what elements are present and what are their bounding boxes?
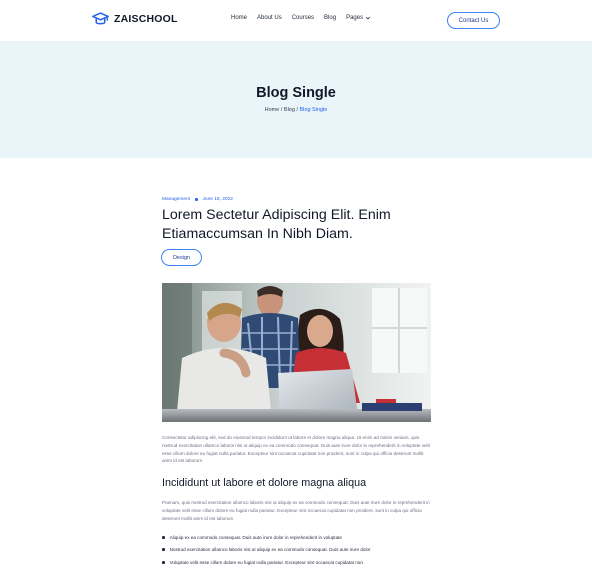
breadcrumb: Home / Blog / Blog Single <box>0 107 592 113</box>
list-item-text: Aliquip ex ea commodo consequat. Duis au… <box>169 534 342 540</box>
article-featured-image <box>162 283 431 422</box>
nav-blog[interactable]: Blog <box>324 15 336 21</box>
brand-name: ZAISCHOOL <box>114 13 178 25</box>
article-title: Lorem Sectetur Adipiscing Elit. Enim Eti… <box>162 207 391 242</box>
bullet-dot-icon <box>162 535 165 539</box>
nav-home[interactable]: Home <box>231 15 247 21</box>
page-title: Blog Single <box>256 85 336 101</box>
bullet-dot-icon <box>162 560 165 564</box>
breadcrumb-home[interactable]: Home <box>265 107 280 113</box>
list-item: Nostrud exercitation ullamco laboris nis… <box>162 544 430 557</box>
list-item: Aliquip ex ea commodo consequat. Duis au… <box>162 531 430 544</box>
article-paragraph: Poenam, quis nostrud exercitation ullamc… <box>162 500 430 521</box>
bullet-dot-icon <box>162 548 165 552</box>
article-paragraph: Consectetur adipiscing elit, sed do eius… <box>162 435 430 464</box>
list-item-text: Voluptate velit esse cillum dolore eu fu… <box>169 559 363 565</box>
chevron-down-icon <box>366 16 371 20</box>
article-category[interactable]: Management <box>162 197 190 202</box>
nav-courses[interactable]: Courses <box>292 15 314 21</box>
site-header: ZAISCHOOL Home About Us Courses Blog Pag… <box>0 0 592 41</box>
main-nav: Home About Us Courses Blog Pages <box>231 15 371 21</box>
breadcrumb-blog[interactable]: Blog <box>284 107 295 113</box>
list-item-text: Nostrud exercitation ullamco laboris nis… <box>169 547 371 553</box>
graduation-cap-icon <box>92 12 109 25</box>
breadcrumb-current: Blog Single <box>299 107 328 113</box>
nav-pages[interactable]: Pages <box>346 15 371 21</box>
list-item: Voluptate velit esse cillum dolore eu fu… <box>162 556 430 569</box>
nav-about-us[interactable]: About Us <box>257 15 282 21</box>
brand-logo[interactable]: ZAISCHOOL <box>92 11 178 27</box>
contact-us-button[interactable]: Contact Us <box>447 12 500 29</box>
design-tag-button[interactable]: Design <box>161 249 202 266</box>
article-date: June 18, 2022 <box>202 197 233 202</box>
article-bullet-list: Aliquip ex ea commodo consequat. Duis au… <box>162 531 430 569</box>
article-subheading: Incididunt ut labore et dolore magna ali… <box>162 477 367 489</box>
page-hero: Blog Single Home / Blog / Blog Single <box>0 41 592 158</box>
students-laptop-photo <box>162 283 431 422</box>
nav-pages-label: Pages <box>346 15 364 21</box>
meta-dot-separator <box>195 198 198 201</box>
article-meta: Management June 18, 2022 <box>162 197 233 202</box>
